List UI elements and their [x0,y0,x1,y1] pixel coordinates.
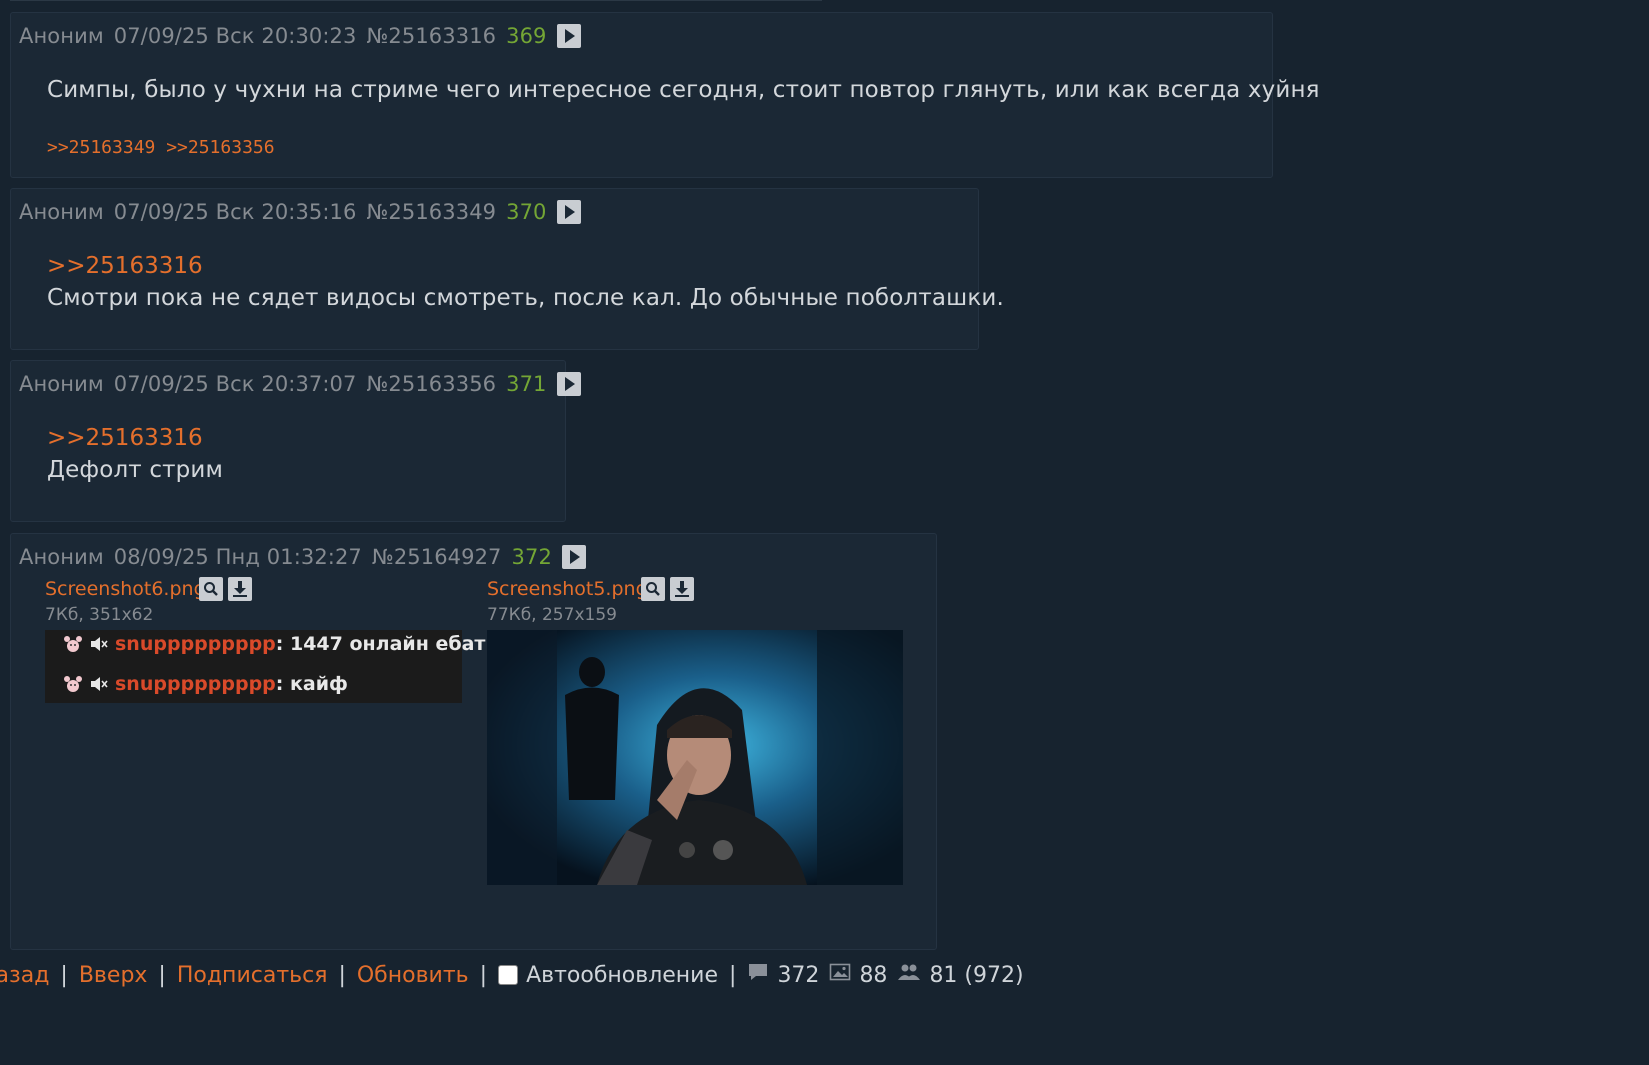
post-number[interactable]: №25163349 [366,200,496,224]
separator: | [158,962,166,988]
separator: | [60,962,68,988]
file-name[interactable]: Screenshot6.png [45,578,206,600]
posts-count: 372 [777,962,820,988]
post-author: Аноним [19,372,104,396]
post: Аноним 08/09/25 Пнд 01:32:27 №25164927 3… [10,533,937,950]
autoupdate-checkbox[interactable] [498,965,519,985]
bottom-bar: Назад | Вверх | Подписаться | Обновить |… [0,957,1024,993]
post-message: Дефолт стрим [47,457,224,483]
reply-link[interactable]: >>25163316 [47,425,203,451]
file-meta: 7Кб, 351x62 [45,605,154,625]
search-icon[interactable] [641,577,665,601]
paw-icon [63,675,83,693]
post-replies[interactable]: >>25163349 >>25163356 [47,137,275,158]
users-icon [897,962,921,988]
post-number[interactable]: №25163356 [366,372,496,396]
post: Аноним 07/09/25 Вск 20:35:16 №25163349 3… [10,188,1004,350]
post: Аноним 07/09/25 Вск 20:30:23 №25163316 3… [10,12,1319,178]
file-name[interactable]: Screenshot5.png [487,578,648,600]
chat-line: snuppppppppp: 1447 онлайн ебать [63,630,497,658]
separator: | [729,962,737,988]
post-counter: 370 [506,200,547,224]
mute-icon [89,675,109,693]
post-header: Аноним 07/09/25 Вск 20:30:23 №25163316 3… [19,22,581,50]
post-header: Аноним 07/09/25 Вск 20:35:16 №25163349 3… [19,198,581,226]
image-icon [829,962,851,988]
post-number[interactable]: №25163316 [366,24,496,48]
comment-icon [747,962,769,988]
search-icon[interactable] [199,577,223,601]
post-author: Аноним [19,545,104,569]
download-icon[interactable] [228,577,252,601]
mute-icon [89,635,109,653]
images-count: 88 [859,962,888,988]
post-counter: 369 [506,24,547,48]
separator: | [338,962,346,988]
post: Аноним 07/09/25 Вск 20:37:07 №25163356 3… [10,360,581,522]
post-number[interactable]: №25164927 [372,545,502,569]
autoupdate-label: Автообновление [526,962,719,988]
post-message: Смотри пока не сядет видосы смотреть, по… [47,285,1004,311]
thread-page: Аноним 07/09/25 Вск 20:30:23 №25163316 3… [0,0,1649,1065]
refresh-link[interactable]: Обновить [357,963,469,988]
file-meta: 77Кб, 257x159 [487,605,617,625]
post-header: Аноним 07/09/25 Вск 20:37:07 №25163356 3… [19,370,581,398]
reply-link[interactable]: >>25163316 [47,253,203,279]
post-date: 07/09/25 Вск 20:30:23 [113,24,357,48]
play-icon[interactable] [556,24,581,48]
post-header: Аноним 08/09/25 Пнд 01:32:27 №25164927 3… [19,543,586,571]
chat-line: snuppppppppp: кайф [63,670,348,698]
play-icon[interactable] [561,545,586,569]
post-author: Аноним [19,200,104,224]
play-icon[interactable] [556,200,581,224]
post-date: 07/09/25 Вск 20:37:07 [113,372,357,396]
posters-count: 81 (972) [929,962,1024,988]
download-icon[interactable] [670,577,694,601]
play-icon[interactable] [556,372,581,396]
post-date: 08/09/25 Пнд 01:32:27 [113,545,362,569]
separator: | [479,962,488,988]
post-counter: 371 [506,372,547,396]
chat-nick: snuppppppppp [115,673,276,695]
post-author: Аноним [19,24,104,48]
post-counter: 372 [511,545,552,569]
up-link[interactable]: Вверх [79,963,148,988]
chat-text: : кайф [275,673,348,695]
post-date: 07/09/25 Вск 20:35:16 [113,200,357,224]
paw-icon [63,635,83,653]
file-thumbnail[interactable]: snuppppppppp: 1447 онлайн ебать snuppppp… [45,630,497,703]
file-thumbnail[interactable] [487,630,903,885]
subscribe-link[interactable]: Подписаться [177,963,328,988]
post-message: Симпы, было у чухни на стриме чего интер… [47,77,1320,103]
divider [10,0,822,1]
chat-nick: snuppppppppp [115,633,276,655]
back-link[interactable]: Назад [0,963,49,988]
chat-text: : 1447 онлайн ебать [275,633,498,655]
